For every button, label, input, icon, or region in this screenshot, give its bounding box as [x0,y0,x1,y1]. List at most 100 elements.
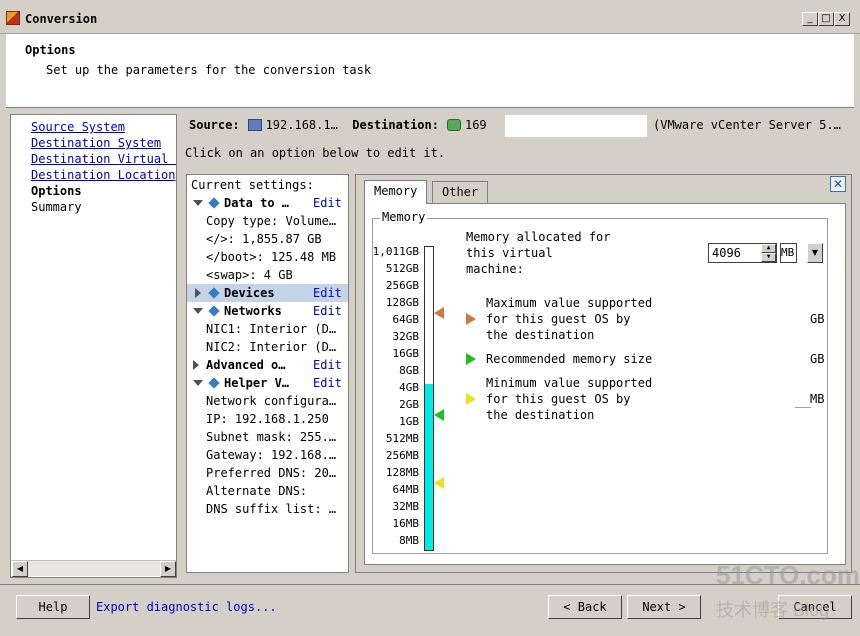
nav-step-destination-location[interactable]: Destination Location [31,168,176,182]
settings-header: Current settings: [187,176,348,194]
scroll-left-icon[interactable]: ◀ [12,561,28,577]
memory-scale-label: 1,011GB [372,245,419,258]
memory-scale-label: 32MB [392,500,420,513]
setting-detail: IP: 192.168.1.250 [187,410,348,428]
boot-partition-text: </boot>: 125.48 MB [206,250,337,264]
source-label: Source: [189,118,240,132]
memory-unit-select[interactable]: MB [780,243,797,263]
memory-scale-label: 16MB [392,517,420,530]
memory-bar[interactable] [424,246,434,551]
edit-link[interactable]: Edit [313,374,342,392]
source-value: 192.168.1… [265,118,338,132]
tab-other[interactable]: Other [432,181,489,203]
destination-server-type: (VMware vCenter Server 5.… [653,118,841,132]
collapse-icon[interactable] [193,380,203,386]
chevron-down-icon[interactable]: ▼ [807,243,823,263]
vcenter-icon [446,119,461,131]
redacted-area [505,115,647,137]
setting-label: Devices [224,286,275,300]
expand-icon[interactable] [195,288,201,298]
wizard-header: Options Set up the parameters for the co… [6,34,854,108]
min-legend-text-1: Minimum value supported [486,376,653,390]
gateway-text: Gateway: 192.168.… [206,448,337,462]
dns-suffix-text: DNS suffix list: … [206,502,337,516]
nic1-text: NIC1: Interior (D… [206,322,337,336]
minimize-button[interactable]: _ [802,12,818,26]
nav-horizontal-scrollbar[interactable]: ◀ ▶ [12,560,176,577]
nav-step-destination-system[interactable]: Destination System [31,136,161,150]
memory-scale-label: 256MB [385,449,419,462]
setting-detail: </>: 1,855.87 GB [187,230,348,248]
recommended-unit: GB [810,352,825,366]
ip-text: IP: 192.168.1.250 [206,412,329,426]
setting-helper-vm[interactable]: Helper V… Edit [187,374,348,392]
memory-value[interactable]: 4096 [712,246,741,260]
export-logs-link[interactable]: Export diagnostic logs... [96,600,277,614]
memory-scale-label: 32GB [392,330,420,343]
memory-allocated-label-2: this virtual [466,246,553,260]
root-partition-text: </>: 1,855.87 GB [206,232,322,246]
destination-value: 169 [464,118,487,132]
setting-label: Networks [224,304,282,318]
next-button[interactable]: Next > [627,595,701,619]
scroll-right-icon[interactable]: ▶ [160,561,176,577]
memory-bar-fill [425,384,433,550]
recommended-legend-text: Recommended memory size [486,352,653,366]
max-legend-text-1: Maximum value supported [486,296,653,310]
subnet-text: Subnet mask: 255.… [206,430,337,444]
window-title: Conversion [25,12,98,26]
memory-value-stepper[interactable]: 4096 ▲ ▼ [708,243,777,263]
setting-data-to[interactable]: Data to … Edit [187,194,348,212]
decrement-icon[interactable]: ▼ [761,253,776,262]
wizard-steps-nav: Source System Destination System Destina… [10,114,177,578]
expand-icon[interactable] [193,360,199,370]
memory-scale-label: 512MB [385,432,419,445]
recommended-memory-marker [434,409,444,421]
setting-label: Helper V… [224,376,290,390]
edit-link[interactable]: Edit [313,194,342,212]
memory-scale-label: 1GB [399,415,419,428]
close-panel-icon[interactable]: ✕ [830,176,846,192]
min-value-underline [795,407,811,408]
setting-networks[interactable]: Networks Edit [187,302,348,320]
min-memory-marker [434,477,444,489]
network-config-text: Network configura… [206,394,337,408]
setting-detail: Network configura… [187,392,348,410]
memory-scale-label: 512GB [385,262,419,275]
nav-step-destination-vm[interactable]: Destination Virtual M [31,152,176,166]
maximize-button[interactable]: □ [818,12,834,26]
page-subtitle: Set up the parameters for the conversion… [46,63,372,77]
setting-diamond-icon [208,287,220,299]
setting-label: Advanced o… [206,358,286,372]
collapse-icon[interactable] [193,200,203,206]
edit-link[interactable]: Edit [313,302,342,320]
close-window-button[interactable]: X [834,12,850,26]
back-button[interactable]: < Back [548,595,622,619]
edit-link[interactable]: Edit [313,284,342,302]
memory-scale-label: 2GB [399,398,419,411]
setting-advanced[interactable]: Advanced o… Edit [187,356,348,374]
nav-step-source-system[interactable]: Source System [31,120,125,134]
memory-scale-label: 64GB [392,313,420,326]
setting-devices[interactable]: Devices Edit [187,284,348,302]
max-memory-marker [434,307,444,319]
edit-link[interactable]: Edit [313,356,342,374]
memory-scale-label: 64MB [392,483,420,496]
server-icon [247,119,262,131]
memory-allocated-label-1: Memory allocated for [466,230,611,244]
tab-memory[interactable]: Memory [364,180,428,204]
setting-detail: NIC2: Interior (D… [187,338,348,356]
memory-scale-label: 16GB [392,347,420,360]
increment-icon[interactable]: ▲ [761,244,776,253]
source-destination-bar: Source: 192.168.1… Destination: 169 [189,118,487,132]
help-button[interactable]: Help [16,595,90,619]
setting-detail: NIC1: Interior (D… [187,320,348,338]
edit-hint: Click on an option below to edit it. [185,146,446,160]
alternate-dns-text: Alternate DNS: [206,484,308,498]
swap-partition-text: <swap>: 4 GB [206,268,293,282]
collapse-icon[interactable] [193,308,203,314]
nic2-text: NIC2: Interior (D… [206,340,337,354]
setting-detail: Gateway: 192.168.… [187,446,348,464]
max-legend-text-3: the destination [486,328,595,342]
memory-scale-label: 4GB [399,381,419,394]
